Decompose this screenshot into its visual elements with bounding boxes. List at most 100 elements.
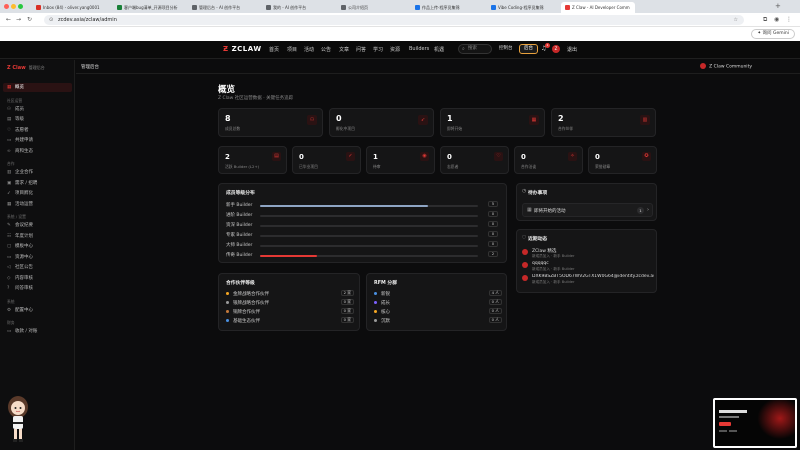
forward-icon[interactable]: →: [16, 16, 21, 23]
todo-item[interactable]: ▦ 即将开始的活动 1 ›: [522, 203, 653, 217]
activity-item[interactable]: DXK9BSZBT5OD67WV2GTX1W0G64@identity.zcde…: [522, 274, 654, 286]
sidebar-item[interactable]: ▤ 等级: [3, 115, 72, 124]
stat-card[interactable]: 0 孵化中项目 ➶: [329, 108, 434, 137]
level-distribution-card: 成员等级分布 新手 Builder 5 进阶 Builder 0 资深 Builde…: [218, 183, 507, 263]
nav-link[interactable]: 问答: [356, 46, 366, 53]
activity-item[interactable]: qqqqqc 新成员加入 · 新手 Builder: [522, 261, 654, 273]
menu-icon[interactable]: ⋮: [786, 16, 792, 23]
sidebar-item[interactable]: ♡ 志愿者: [3, 126, 72, 135]
tab-favicon-icon: [192, 5, 197, 10]
row-count: 0 家: [340, 299, 354, 305]
sidebar-item[interactable]: ▭ 共建申请: [3, 136, 72, 145]
stat-card[interactable]: 2 合作伙伴 ▥: [551, 108, 656, 137]
nav-link[interactable]: 公告: [321, 46, 331, 53]
browser-tab[interactable]: Z Claw - AI Developer Comm: [561, 2, 635, 13]
page-subtitle: Z Claw 社区运营数据 · 关键任务追踪: [218, 96, 294, 101]
url-input[interactable]: ⊙ zcdev.asia/zclaw/admin ☆: [44, 15, 744, 25]
sidebar-item[interactable]: ⚇ 成员: [3, 105, 72, 114]
megaphone-icon: ◁: [7, 265, 11, 270]
browser-tab[interactable]: Inbox (84) - oliver.yang0001: [32, 2, 106, 13]
user-avatar[interactable]: Z: [552, 45, 560, 53]
mini-stat-card[interactable]: 2 活跃 Builder (L2+) ▤: [218, 146, 287, 174]
sidebar-section-title: 系统: [7, 298, 15, 304]
browser-tab[interactable]: 我的 - AI 创作平台: [262, 2, 336, 13]
mini-stat-card[interactable]: 0 已毕业项目 ✓: [292, 146, 361, 174]
sidebar-item[interactable]: ➶ 项目孵化: [3, 189, 72, 198]
minimize-window-button[interactable]: [11, 4, 16, 9]
handshake-icon: ✧: [568, 152, 577, 161]
nav-link[interactable]: 文章: [339, 46, 349, 53]
stat-card[interactable]: 8 成员总数 ⚇: [218, 108, 323, 137]
new-tab-icon[interactable]: +: [775, 2, 781, 10]
sidebar-item[interactable]: ✎ 会议纪要: [3, 221, 72, 230]
activity-item[interactable]: ZClaw 精选 新成员加入 · 新手 Builder: [522, 248, 654, 260]
back-icon[interactable]: ←: [6, 16, 11, 23]
logout-button[interactable]: 退出: [567, 46, 577, 53]
mini-stat-card[interactable]: 0 合作洽谈 ✧: [514, 146, 583, 174]
level-row: 新手 Builder 5: [226, 201, 498, 210]
bookmark-star-icon[interactable]: ☆: [734, 15, 738, 25]
stat-value: 8: [225, 114, 231, 123]
site-info-icon[interactable]: ⊙: [49, 15, 53, 25]
check-icon: ✓: [346, 152, 355, 161]
admin-button[interactable]: 后台: [519, 44, 538, 54]
sidebar-item[interactable]: ▦ 活动运营: [3, 200, 72, 209]
sidebar-item[interactable]: ▦ 概览: [3, 83, 72, 92]
nav-link[interactable]: 资源: [390, 46, 400, 53]
sidebar-item-label: 项目孵化: [15, 191, 33, 196]
nav-link[interactable]: 活动: [304, 46, 314, 53]
sidebar-item[interactable]: ▣ 需求 / 招聘: [3, 179, 72, 188]
status-dot-icon: [374, 292, 377, 295]
mini-stat-card[interactable]: 0 荣誉勋章 ✪: [588, 146, 657, 174]
wallet-icon: ▭: [7, 329, 12, 334]
reload-icon[interactable]: ↻: [27, 16, 32, 23]
sidebar-section-title: 财务: [7, 320, 15, 325]
folder-icon: ▭: [7, 254, 12, 260]
profile-icon[interactable]: ◉: [774, 16, 779, 23]
sidebar-item[interactable]: ▥ 企业合作: [3, 168, 72, 177]
level-bar-track: [260, 245, 478, 247]
sidebar-item[interactable]: ◇ 内容审核: [3, 274, 72, 283]
nav-link[interactable]: 项目: [287, 46, 297, 53]
sidebar-item[interactable]: ▭ 收款 / 对账: [3, 327, 72, 336]
mini-stat-card[interactable]: 1 待审 ◉: [366, 146, 435, 174]
sidebar-item-label: 共建申请: [15, 138, 33, 143]
community-switcher[interactable]: Z Claw Community: [700, 63, 752, 70]
extensions-icon[interactable]: ⧉: [763, 16, 767, 24]
sidebar-item[interactable]: ▢ 模板中心: [3, 242, 72, 251]
ask-gemini-button[interactable]: ✦ 询问 Gemini: [751, 29, 795, 39]
browser-tab[interactable]: 作品上传-程序员集锦: [411, 2, 485, 13]
browser-tab[interactable]: 管理后台 - AI 创作平台: [188, 2, 262, 13]
nav-link[interactable]: 学习: [373, 46, 383, 53]
picture-in-picture-preview[interactable]: [713, 398, 797, 448]
stat-card[interactable]: 1 即将开始 ▦: [440, 108, 545, 137]
sidebar-item[interactable]: ⚙ 配置中心: [3, 306, 72, 315]
browser-tab[interactable]: 客户端bug清单_开源项目分析: [113, 2, 187, 13]
status-dot-icon: [374, 301, 377, 304]
maximize-window-button[interactable]: [18, 4, 23, 9]
close-window-button[interactable]: [4, 4, 9, 9]
level-count: 0: [488, 221, 498, 227]
site-logo[interactable]: Ƶ ZCLAW: [223, 45, 262, 53]
stat-value: 2: [558, 114, 564, 123]
sidebar-item[interactable]: ? 问答审核: [3, 284, 72, 293]
todo-item-label: 即将开始的活动: [534, 209, 566, 214]
search-input[interactable]: ⌕ 搜索: [458, 44, 492, 54]
sidebar-item[interactable]: ☷ 年度计划: [3, 232, 72, 241]
console-button[interactable]: 控制台: [499, 44, 513, 54]
sidebar-item[interactable]: ▭ 资源中心: [3, 253, 72, 262]
nav-link[interactable]: 首页: [269, 46, 279, 53]
mini-stat-card[interactable]: 0 志愿者 ♡: [440, 146, 509, 174]
clock-icon: ◷: [522, 189, 527, 194]
stat-value: 0: [336, 114, 342, 123]
nav-link[interactable]: 机遇: [434, 46, 444, 53]
activity-title: DXK9BSZBT5OD67WV2GTX1W0G64@identity.zcde…: [532, 274, 654, 279]
browser-tab[interactable]: 公司介绍页: [337, 2, 411, 13]
sidebar-item[interactable]: ∞ 商和生态: [3, 147, 72, 156]
nav-link[interactable]: Builders: [409, 46, 429, 52]
browser-tab[interactable]: Vibe Coding-程序员集锦: [487, 2, 561, 13]
todo-title-text: 待办事项: [528, 191, 548, 196]
sidebar-item[interactable]: ◁ 社区公告: [3, 263, 72, 272]
status-dot-icon: [374, 319, 377, 322]
site-navbar: Ƶ ZCLAW 首页 项目 活动 公告 文章 问答 学习 资源 Builders 机遇 ⌕ 搜索 控制…: [0, 41, 800, 59]
